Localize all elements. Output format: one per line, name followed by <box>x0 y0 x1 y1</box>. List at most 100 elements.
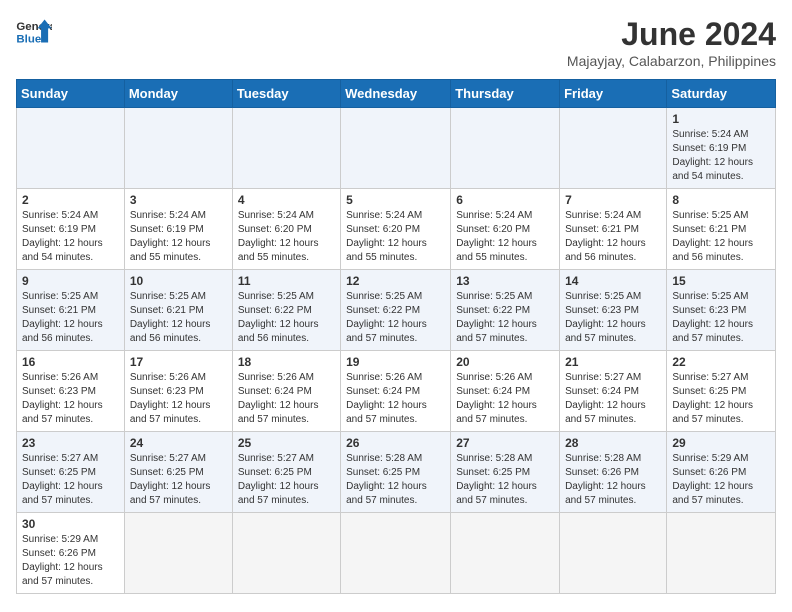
day-number: 1 <box>672 112 770 126</box>
calendar-day-cell: 16Sunrise: 5:26 AM Sunset: 6:23 PM Dayli… <box>17 351 125 432</box>
day-number: 9 <box>22 274 119 288</box>
day-number: 12 <box>346 274 445 288</box>
calendar-day-cell: 15 Sunrise: 5:25 AM Sunset: 6:23 PM Dayli… <box>667 270 776 351</box>
day-info: Sunrise: 5:25 AM Sunset: 6:21 PM Dayligh… <box>130 290 227 346</box>
calendar-day-cell: 8 Sunrise: 5:25 AM Sunset: 6:21 PM Daylig… <box>667 189 776 270</box>
month-year-title: June 2024 <box>567 16 776 53</box>
day-info: Sunrise: 5:29 AM Sunset: 6:26 PM Dayligh… <box>672 452 770 508</box>
calendar-day-cell: 17 Sunrise: 5:26 AM Sunset: 6:23 PM Dayli… <box>124 351 232 432</box>
weekday-header-thursday: Thursday <box>451 80 560 108</box>
calendar-day-cell: 12Sunrise: 5:25 AM Sunset: 6:22 PM Dayli… <box>341 270 451 351</box>
day-info: Sunrise: 5:27 AM Sunset: 6:25 PM Dayligh… <box>672 371 770 427</box>
calendar-week-row: 2 Sunrise: 5:24 AM Sunset: 6:19 PM Daylig… <box>17 189 776 270</box>
weekday-header-sunday: Sunday <box>17 80 125 108</box>
calendar-day-cell: 27Sunrise: 5:28 AM Sunset: 6:25 PM Dayli… <box>451 432 560 513</box>
day-number: 19 <box>346 355 445 369</box>
day-number: 13 <box>456 274 554 288</box>
day-number: 18 <box>238 355 335 369</box>
day-number: 29 <box>672 436 770 450</box>
header: General Blue June 2024 Majayjay, Calabar… <box>16 16 776 69</box>
day-number: 7 <box>565 193 661 207</box>
calendar-week-row: 23 Sunrise: 5:27 AM Sunset: 6:25 PM Dayli… <box>17 432 776 513</box>
calendar-day-cell: 22Sunrise: 5:27 AM Sunset: 6:25 PM Dayli… <box>667 351 776 432</box>
calendar-day-cell: 20Sunrise: 5:26 AM Sunset: 6:24 PM Dayli… <box>451 351 560 432</box>
day-info: Sunrise: 5:28 AM Sunset: 6:25 PM Dayligh… <box>346 452 445 508</box>
svg-text:Blue: Blue <box>16 33 41 45</box>
weekday-header-row: SundayMondayTuesdayWednesdayThursdayFrid… <box>17 80 776 108</box>
day-info: Sunrise: 5:27 AM Sunset: 6:25 PM Dayligh… <box>22 452 119 508</box>
calendar-day-cell <box>560 108 667 189</box>
calendar-day-cell: 19 Sunrise: 5:26 AM Sunset: 6:24 PM Dayli… <box>341 351 451 432</box>
day-info: Sunrise: 5:24 AM Sunset: 6:20 PM Dayligh… <box>346 209 445 265</box>
day-info: Sunrise: 5:28 AM Sunset: 6:26 PM Dayligh… <box>565 452 661 508</box>
calendar-week-row: 1 Sunrise: 5:24 AM Sunset: 6:19 PM Daylig… <box>17 108 776 189</box>
day-number: 16 <box>22 355 119 369</box>
day-info: Sunrise: 5:25 AM Sunset: 6:22 PM Dayligh… <box>238 290 335 346</box>
calendar-day-cell <box>341 108 451 189</box>
calendar-day-cell: 11 Sunrise: 5:25 AM Sunset: 6:22 PM Dayli… <box>232 270 340 351</box>
day-number: 26 <box>346 436 445 450</box>
day-number: 14 <box>565 274 661 288</box>
day-number: 23 <box>22 436 119 450</box>
calendar-day-cell: 29 Sunrise: 5:29 AM Sunset: 6:26 PM Dayli… <box>667 432 776 513</box>
day-info: Sunrise: 5:26 AM Sunset: 6:24 PM Dayligh… <box>346 371 445 427</box>
weekday-header-friday: Friday <box>560 80 667 108</box>
day-info: Sunrise: 5:26 AM Sunset: 6:23 PM Dayligh… <box>130 371 227 427</box>
calendar-day-cell <box>232 513 340 594</box>
calendar-week-row: 30Sunrise: 5:29 AM Sunset: 6:26 PM Dayli… <box>17 513 776 594</box>
day-number: 2 <box>22 193 119 207</box>
day-number: 4 <box>238 193 335 207</box>
calendar-day-cell: 4 Sunrise: 5:24 AM Sunset: 6:20 PM Daylig… <box>232 189 340 270</box>
calendar-day-cell: 21 Sunrise: 5:27 AM Sunset: 6:24 PM Dayli… <box>560 351 667 432</box>
day-info: Sunrise: 5:26 AM Sunset: 6:24 PM Dayligh… <box>238 371 335 427</box>
day-info: Sunrise: 5:24 AM Sunset: 6:20 PM Dayligh… <box>456 209 554 265</box>
calendar-day-cell <box>560 513 667 594</box>
day-info: Sunrise: 5:27 AM Sunset: 6:24 PM Dayligh… <box>565 371 661 427</box>
day-number: 3 <box>130 193 227 207</box>
calendar-day-cell <box>451 108 560 189</box>
day-number: 17 <box>130 355 227 369</box>
calendar-day-cell <box>341 513 451 594</box>
day-info: Sunrise: 5:24 AM Sunset: 6:20 PM Dayligh… <box>238 209 335 265</box>
calendar-table: SundayMondayTuesdayWednesdayThursdayFrid… <box>16 79 776 594</box>
calendar-day-cell: 26 Sunrise: 5:28 AM Sunset: 6:25 PM Dayli… <box>341 432 451 513</box>
calendar-day-cell: 23 Sunrise: 5:27 AM Sunset: 6:25 PM Dayli… <box>17 432 125 513</box>
title-area: June 2024 Majayjay, Calabarzon, Philippi… <box>567 16 776 69</box>
calendar-day-cell: 3 Sunrise: 5:24 AM Sunset: 6:19 PM Daylig… <box>124 189 232 270</box>
day-info: Sunrise: 5:24 AM Sunset: 6:19 PM Dayligh… <box>22 209 119 265</box>
day-info: Sunrise: 5:24 AM Sunset: 6:19 PM Dayligh… <box>130 209 227 265</box>
calendar-day-cell <box>124 108 232 189</box>
day-number: 10 <box>130 274 227 288</box>
day-number: 24 <box>130 436 227 450</box>
calendar-day-cell: 1 Sunrise: 5:24 AM Sunset: 6:19 PM Daylig… <box>667 108 776 189</box>
logo: General Blue <box>16 16 52 46</box>
day-info: Sunrise: 5:24 AM Sunset: 6:19 PM Dayligh… <box>672 128 770 184</box>
day-info: Sunrise: 5:26 AM Sunset: 6:24 PM Dayligh… <box>456 371 554 427</box>
day-info: Sunrise: 5:24 AM Sunset: 6:21 PM Dayligh… <box>565 209 661 265</box>
calendar-week-row: 16 Sunrise: 5:26 AM Sunset: 6:23 PM Dayli… <box>17 351 776 432</box>
calendar-day-cell: 6 Sunrise: 5:24 AM Sunset: 6:20 PM Daylig… <box>451 189 560 270</box>
day-number: 21 <box>565 355 661 369</box>
weekday-header-saturday: Saturday <box>667 80 776 108</box>
day-number: 15 <box>672 274 770 288</box>
calendar-week-row: 9 Sunrise: 5:25 AM Sunset: 6:21 PM Daylig… <box>17 270 776 351</box>
calendar-day-cell: 5Sunrise: 5:24 AM Sunset: 6:20 PM Daylig… <box>341 189 451 270</box>
day-number: 27 <box>456 436 554 450</box>
location-subtitle: Majayjay, Calabarzon, Philippines <box>567 53 776 69</box>
day-number: 11 <box>238 274 335 288</box>
weekday-header-wednesday: Wednesday <box>341 80 451 108</box>
weekday-header-monday: Monday <box>124 80 232 108</box>
calendar-day-cell: 28 Sunrise: 5:28 AM Sunset: 6:26 PM Dayli… <box>560 432 667 513</box>
day-info: Sunrise: 5:25 AM Sunset: 6:21 PM Dayligh… <box>22 290 119 346</box>
calendar-day-cell: 30Sunrise: 5:29 AM Sunset: 6:26 PM Dayli… <box>17 513 125 594</box>
day-info: Sunrise: 5:25 AM Sunset: 6:21 PM Dayligh… <box>672 209 770 265</box>
day-info: Sunrise: 5:25 AM Sunset: 6:23 PM Dayligh… <box>565 290 661 346</box>
calendar-day-cell <box>451 513 560 594</box>
day-info: Sunrise: 5:27 AM Sunset: 6:25 PM Dayligh… <box>130 452 227 508</box>
day-number: 8 <box>672 193 770 207</box>
calendar-day-cell <box>17 108 125 189</box>
day-number: 28 <box>565 436 661 450</box>
day-number: 6 <box>456 193 554 207</box>
calendar-day-cell: 14 Sunrise: 5:25 AM Sunset: 6:23 PM Dayli… <box>560 270 667 351</box>
day-info: Sunrise: 5:25 AM Sunset: 6:23 PM Dayligh… <box>672 290 770 346</box>
